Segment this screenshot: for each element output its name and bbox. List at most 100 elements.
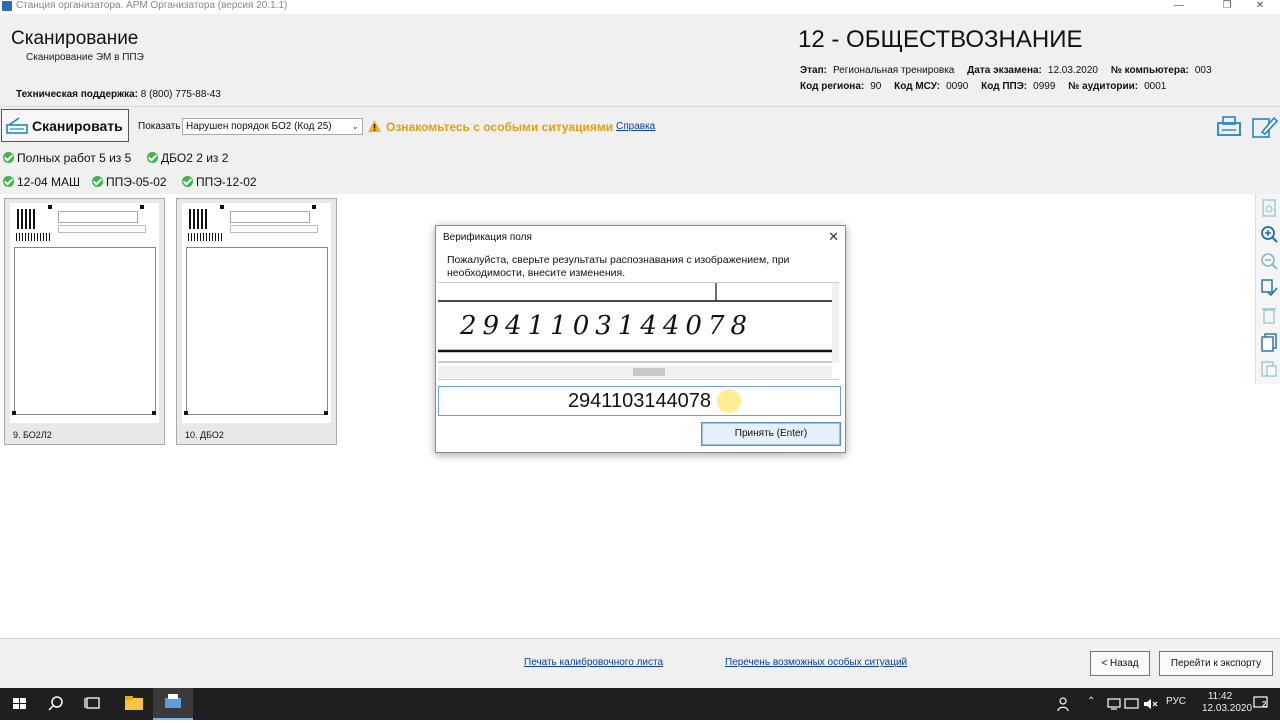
filter-value: Нарушен порядок БО2 (Код 25) (186, 121, 332, 132)
start-icon[interactable] (0, 688, 40, 720)
warning-icon (368, 120, 381, 132)
check-icon (3, 176, 14, 187)
taskbar-app-station[interactable] (153, 688, 193, 720)
back-button[interactable]: < Назад (1090, 651, 1150, 676)
answer-area (14, 247, 156, 415)
form-field (230, 225, 318, 233)
info-value: Региональная тренировка (832, 65, 955, 76)
info-label: № аудитории: (1068, 81, 1139, 92)
cursor-highlight (717, 389, 741, 413)
special-situations-link[interactable]: Перечень возможных особых ситуаций (725, 657, 907, 668)
status-full-works: Полных работ 5 из 5 (3, 151, 131, 165)
minimize-icon[interactable]: — (1159, 0, 1199, 14)
file-explorer-icon[interactable] (114, 688, 154, 720)
monitor-icon[interactable] (1124, 696, 1140, 712)
info-label: Код региона: (800, 81, 865, 92)
marker (184, 411, 188, 415)
marker (12, 411, 16, 415)
marker (48, 205, 52, 209)
tray-expand-icon[interactable]: ⌃ (1087, 696, 1095, 707)
field-verification-dialog: Верификация поля ✕ Пожалуйста, сверьте р… (435, 225, 846, 453)
info-value: 12.03.2020 (1047, 65, 1098, 76)
language-indicator[interactable]: РУС (1166, 696, 1186, 707)
check-icon (92, 176, 103, 187)
trash-icon[interactable] (1259, 305, 1279, 325)
status-text: ППЭ-05-02 (106, 175, 167, 189)
notification-count: 2 (1262, 700, 1267, 709)
marker (152, 411, 156, 415)
taskbar-clock[interactable]: 11:42 12.03.2020 (1202, 691, 1253, 715)
zoom-in-icon[interactable] (1259, 224, 1279, 244)
field-image-preview[interactable]: 2941103144078 (438, 282, 839, 380)
info-label: № компьютера: (1110, 65, 1189, 76)
scanned-sheet-card[interactable]: 10. ДБО2 (176, 198, 337, 445)
export-button[interactable]: Перейти к экспорту (1159, 651, 1273, 676)
network-icon[interactable] (1106, 696, 1122, 712)
zoom-out-icon[interactable] (1259, 251, 1279, 271)
support-info: Техническая поддержка: 8 (800) 775-88-43 (16, 89, 221, 100)
status-dbo2: ДБО2 2 из 2 (147, 151, 228, 165)
check-icon (147, 152, 158, 163)
accept-button[interactable]: Принять (Enter) (701, 422, 841, 446)
app-icon (2, 1, 12, 11)
task-view-icon[interactable] (73, 688, 113, 720)
people-icon[interactable] (1056, 696, 1072, 712)
info-value: 0001 (1144, 81, 1167, 92)
replace-page-icon[interactable] (1259, 359, 1279, 379)
scanner-icon (6, 117, 28, 134)
dialog-message: Пожалуйста, сверьте результаты распознав… (447, 254, 790, 279)
barcode (16, 233, 52, 241)
info-value: 0999 (1033, 81, 1056, 92)
vertical-scrollbar[interactable] (832, 283, 839, 363)
window-title: Станция организатора. АРМ Организатора (… (16, 0, 288, 11)
sheet-thumbnail (182, 203, 331, 423)
status-text: Полных работ 5 из 5 (17, 151, 132, 165)
filter-select[interactable]: Нарушен порядок БО2 (Код 25) ⌄ (182, 118, 363, 135)
marker (312, 205, 316, 209)
info-value: 90 (870, 81, 882, 92)
windows-taskbar: ⌃ РУС 11:42 12.03.2020 2 (0, 688, 1280, 720)
help-link[interactable]: Справка (616, 121, 655, 132)
volume-muted-icon[interactable] (1142, 696, 1158, 712)
recognized-value-input[interactable]: 2941103144078 (438, 386, 841, 416)
printer-icon[interactable] (1215, 113, 1243, 141)
form-header (230, 211, 310, 223)
form-header (58, 211, 138, 223)
exam-info-row-2: Код региона: 90 Код МСУ: 0090 Код ППЭ: 0999… (800, 81, 1176, 92)
page-subtitle: Сканирование ЭМ в ППЭ (26, 52, 144, 63)
special-situations-warning: Ознакомьтесь с особыми ситуациями (386, 120, 614, 134)
scanned-sheet-card[interactable]: 9. БО2Л2 (4, 198, 165, 445)
support-label: Техническая поддержка: (16, 89, 139, 100)
status-text: ДБО2 2 из 2 (161, 151, 229, 165)
marker (220, 205, 224, 209)
notifications-icon[interactable]: 2 (1252, 694, 1270, 715)
scroll-thumb[interactable] (633, 368, 665, 376)
info-label: Дата экзамена: (967, 65, 1042, 76)
horizontal-scrollbar[interactable] (438, 366, 832, 378)
clock-date: 12.03.2020 (1202, 703, 1253, 714)
checklist-icon[interactable] (1259, 278, 1279, 298)
check-icon (182, 176, 193, 187)
search-icon[interactable] (36, 688, 76, 720)
info-label: Код ППЭ: (981, 81, 1028, 92)
copy-pages-icon[interactable] (1259, 332, 1279, 352)
page-header: Сканирование Сканирование ЭМ в ППЭ Техни… (0, 14, 1280, 106)
print-calibration-link[interactable]: Печать калибровочного листа (524, 657, 663, 668)
edit-icon[interactable] (1250, 113, 1278, 141)
barcode (188, 233, 224, 241)
answer-area (186, 247, 328, 415)
rotate-page-icon[interactable] (1259, 198, 1279, 218)
printer-app-icon (165, 694, 181, 708)
info-value: 003 (1194, 65, 1212, 76)
support-phone: 8 (800) 775-88-43 (140, 89, 221, 100)
scan-button[interactable]: Сканировать (1, 109, 129, 142)
status-form-05-02: ППЭ-05-02 (92, 175, 167, 189)
close-icon[interactable]: ✕ (1240, 0, 1280, 14)
exam-subject: 12 - ОБЩЕСТВОЗНАНИЕ (798, 26, 1083, 53)
status-form-12-02: ППЭ-12-02 (182, 175, 257, 189)
close-icon[interactable]: ✕ (828, 229, 839, 245)
exam-info-row-1: Этап: Региональная тренировка Дата экзаме… (800, 65, 1222, 76)
info-label: Код МСУ: (894, 81, 941, 92)
status-form-12-04: 12-04 МАШ (3, 175, 80, 189)
dialog-title: Верификация поля (443, 232, 532, 243)
